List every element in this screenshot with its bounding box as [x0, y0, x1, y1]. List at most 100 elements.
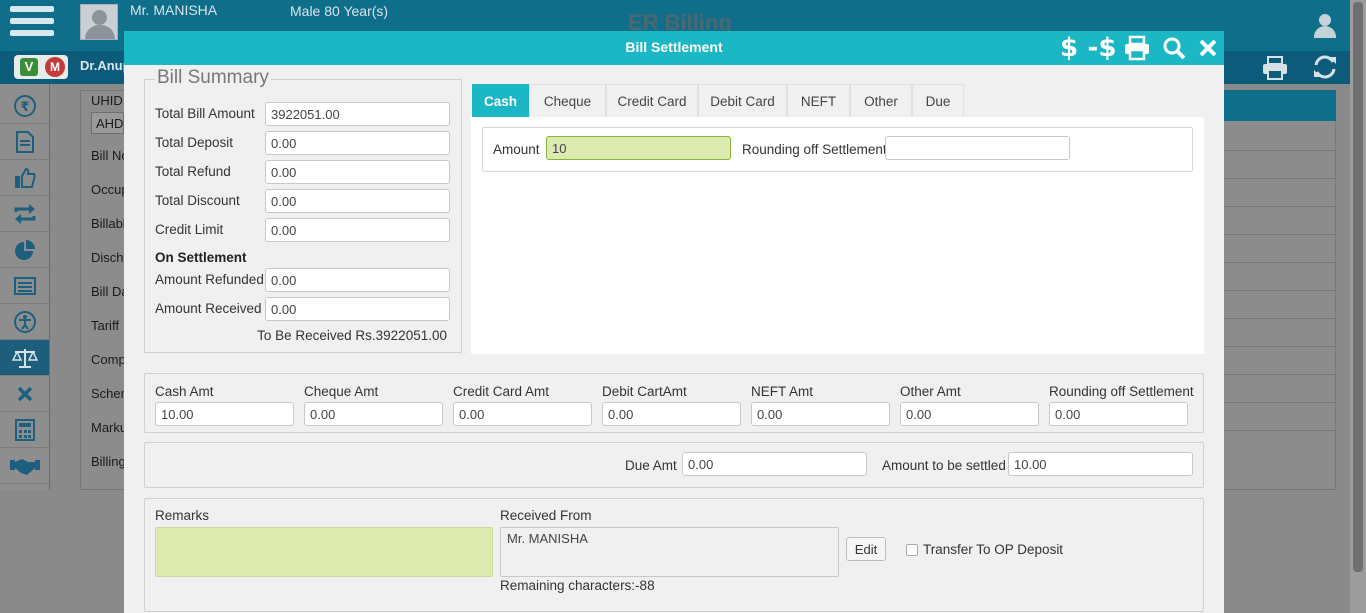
transfer-op-deposit-label: Transfer To OP Deposit	[923, 542, 1064, 557]
rounding-amt-group: Rounding off Settlement	[1049, 384, 1194, 426]
handshake-icon[interactable]	[0, 448, 49, 484]
document-icon[interactable]	[0, 124, 49, 160]
cash-rounding-label: Rounding off Settlement	[742, 142, 887, 157]
neft-amt-group: NEFT Amt	[751, 384, 890, 426]
cheque-amt-label: Cheque Amt	[304, 384, 379, 399]
calculator-icon[interactable]	[0, 412, 49, 448]
tab-cash[interactable]: Cash	[472, 84, 529, 117]
amount-refunded-label: Amount Refunded	[155, 272, 264, 287]
amount-to-be-settled-field[interactable]	[1008, 452, 1193, 476]
tab-due[interactable]: Due	[912, 84, 964, 117]
bill-summary-legend: Bill Summary	[155, 67, 271, 89]
cash-tab-content: Amount Rounding off Settlement	[482, 127, 1193, 172]
bg-label-bill-date: Bill Da	[91, 284, 129, 299]
credit-card-amt-label: Credit Card Amt	[453, 384, 550, 399]
cash-amount-input[interactable]	[546, 136, 731, 160]
credit-card-amt-group: Credit Card Amt	[453, 384, 592, 426]
total-discount-row: Total Discount	[155, 189, 451, 213]
tab-credit-card[interactable]: Credit Card	[606, 84, 698, 117]
remarks-label: Remarks	[155, 508, 210, 523]
tab-cheque[interactable]: Cheque	[529, 84, 606, 117]
svg-text:₹: ₹	[20, 100, 29, 115]
close-icon[interactable]	[0, 376, 49, 412]
remarks-section: Remarks Received From Mr. MANISHA Remain…	[144, 498, 1204, 612]
amount-breakdown: Cash Amt Cheque Amt Credit Card Amt Debi…	[144, 373, 1204, 433]
bg-label-billable: Billabl	[91, 216, 126, 231]
pie-chart-icon[interactable]	[0, 232, 49, 268]
scale-icon[interactable]	[0, 340, 49, 376]
total-bill-amount-field[interactable]	[265, 102, 450, 126]
total-deposit-field[interactable]	[265, 131, 450, 155]
other-amt-group: Other Amt	[900, 384, 1039, 426]
to-be-received-text: To Be Received Rs.3922051.00	[257, 328, 447, 343]
bg-label-uhid: UHID	[91, 93, 123, 108]
remarks-textarea[interactable]	[155, 527, 493, 577]
cash-amt-label: Cash Amt	[155, 384, 214, 399]
received-from-label: Received From	[500, 508, 592, 523]
modal-header: Bill Settlement $ -$	[124, 31, 1224, 65]
exchange-icon[interactable]	[0, 196, 49, 232]
credit-card-amt-field[interactable]	[453, 402, 592, 426]
cash-amt-group: Cash Amt	[155, 384, 294, 426]
dollar-icon[interactable]: $	[1058, 33, 1080, 63]
tab-other[interactable]: Other	[850, 84, 912, 117]
minus-dollar-icon[interactable]: -$	[1086, 33, 1118, 63]
debit-card-amt-field[interactable]	[602, 402, 741, 426]
total-bill-amount-row: Total Bill Amount	[155, 102, 451, 126]
patient-avatar	[80, 4, 118, 40]
tab-debit-card[interactable]: Debit Card	[698, 84, 787, 117]
hamburger-menu-icon[interactable]	[10, 6, 54, 44]
badge-m: M	[45, 57, 65, 77]
debit-card-amt-label: Debit CartAmt	[602, 384, 687, 399]
accessibility-icon[interactable]	[0, 304, 49, 340]
cheque-amt-field[interactable]	[304, 402, 443, 426]
thumbs-up-icon[interactable]	[0, 160, 49, 196]
total-discount-field[interactable]	[265, 189, 450, 213]
page-scrollbar[interactable]	[1350, 0, 1366, 613]
amount-refunded-row: Amount Refunded	[155, 268, 451, 292]
on-settlement-heading: On Settlement	[155, 250, 247, 265]
debit-card-amt-group: Debit CartAmt	[602, 384, 741, 426]
close-icon[interactable]	[1198, 35, 1218, 61]
edit-button[interactable]: Edit	[846, 537, 886, 561]
bill-settlement-modal: Bill Settlement $ -$ Bill Summary Total …	[124, 31, 1224, 613]
due-settle-row: Due Amt Amount to be settled	[144, 442, 1204, 488]
badge-group: V M	[14, 55, 68, 79]
user-icon[interactable]	[1312, 14, 1338, 40]
total-refund-label: Total Refund	[155, 164, 231, 179]
credit-limit-label: Credit Limit	[155, 222, 224, 237]
doctor-name: Dr.Anup	[80, 58, 131, 73]
rounding-amt-field[interactable]	[1049, 402, 1188, 426]
payment-mode-panel: Cash Cheque Credit Card Debit Card NEFT …	[471, 84, 1204, 354]
due-amt-field[interactable]	[682, 452, 867, 476]
amount-to-be-settled-label: Amount to be settled	[882, 458, 1006, 473]
amount-received-row: Amount Received	[155, 297, 451, 321]
total-refund-row: Total Refund	[155, 160, 451, 184]
received-from-textarea[interactable]: Mr. MANISHA	[500, 527, 839, 577]
other-amt-field[interactable]	[900, 402, 1039, 426]
transfer-op-deposit-checkbox[interactable]	[906, 544, 918, 556]
cheque-amt-group: Cheque Amt	[304, 384, 443, 426]
neft-amt-field[interactable]	[751, 402, 890, 426]
amount-received-label: Amount Received	[155, 301, 262, 316]
list-icon[interactable]	[0, 268, 49, 304]
due-amt-label: Due Amt	[625, 458, 677, 473]
print-icon[interactable]	[1262, 56, 1288, 80]
refresh-icon[interactable]	[1312, 54, 1338, 80]
search-icon[interactable]	[1162, 35, 1186, 61]
amount-received-field[interactable]	[265, 297, 450, 321]
total-deposit-row: Total Deposit	[155, 131, 451, 155]
credit-limit-row: Credit Limit	[155, 218, 451, 242]
total-deposit-label: Total Deposit	[155, 135, 234, 150]
print-icon[interactable]	[1124, 35, 1150, 61]
credit-limit-field[interactable]	[265, 218, 450, 242]
cash-rounding-input[interactable]	[885, 136, 1070, 160]
patient-name: Mr. MANISHA	[130, 2, 218, 18]
amount-refunded-field[interactable]	[265, 268, 450, 292]
other-amt-label: Other Amt	[900, 384, 961, 399]
total-refund-field[interactable]	[265, 160, 450, 184]
total-discount-label: Total Discount	[155, 193, 240, 208]
cash-amt-field[interactable]	[155, 402, 294, 426]
tab-neft[interactable]: NEFT	[787, 84, 850, 117]
rupee-icon[interactable]: ₹	[0, 88, 49, 124]
